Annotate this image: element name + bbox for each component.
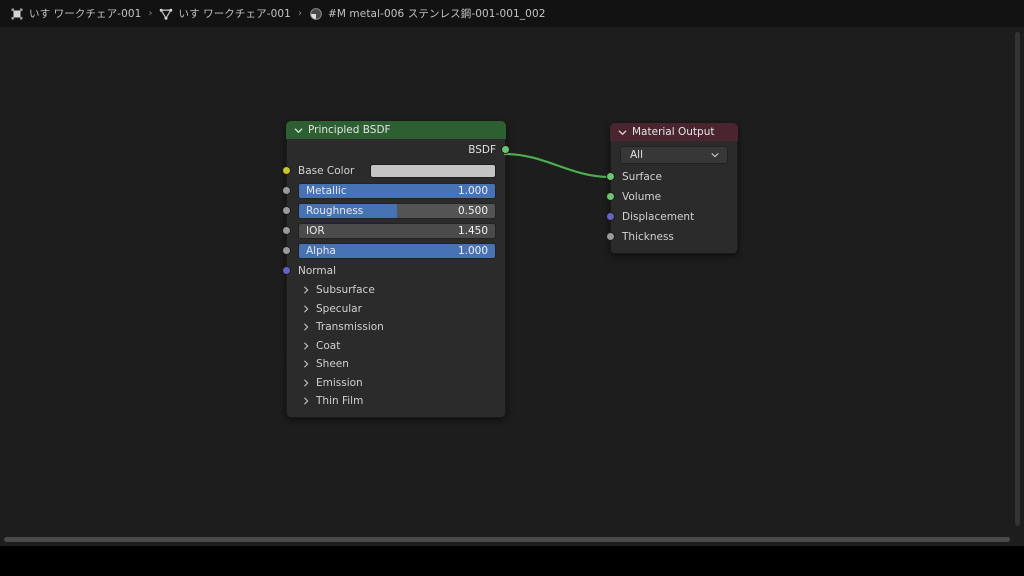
chevron-right-icon — [304, 379, 309, 387]
socket-input-thickness[interactable] — [606, 232, 615, 241]
panel-subsurface[interactable]: Subsurface — [287, 281, 505, 300]
socket-input-alpha[interactable] — [282, 246, 291, 255]
node-body-principled-bsdf: BSDF Base Color Metallic 1.000 Roughness… — [282, 139, 510, 418]
socket-input-volume[interactable] — [606, 192, 615, 201]
breadcrumb-item-mesh-data[interactable]: いす ワークチェア-001 — [159, 0, 291, 27]
output-row-bsdf: BSDF — [287, 139, 510, 160]
panel-label-transmission: Transmission — [316, 321, 384, 334]
blender-shader-editor: Principled BSDF BSDF Base Color Metallic… — [0, 0, 1024, 576]
bottom-letterbox — [0, 546, 1024, 576]
input-row-roughness[interactable]: Roughness 0.500 — [282, 201, 505, 221]
breadcrumb-label-object: いす ワークチェア-001 — [29, 8, 142, 20]
breadcrumb-item-material[interactable]: #M metal-006 ステンレス鋼-001-001_002 — [309, 0, 546, 27]
breadcrumb-separator: › — [297, 7, 302, 19]
input-row-ior[interactable]: IOR 1.450 — [282, 221, 505, 241]
node-title-material-output: Material Output — [632, 126, 715, 138]
breadcrumb-separator: › — [148, 7, 153, 19]
base-color-swatch[interactable] — [370, 163, 496, 178]
input-label-base-color: Base Color — [298, 164, 355, 177]
target-dropdown-wrap: All — [611, 141, 737, 167]
input-row-metallic[interactable]: Metallic 1.000 — [282, 181, 505, 201]
socket-input-displacement[interactable] — [606, 212, 615, 221]
panel-thin-film[interactable]: Thin Film — [287, 392, 505, 411]
breadcrumb: いす ワークチェア-001 › いす ワークチェア-001 › #M metal… — [0, 0, 1024, 27]
socket-input-surface[interactable] — [606, 172, 615, 181]
socket-input-metallic[interactable] — [282, 186, 291, 195]
object-icon — [10, 7, 24, 21]
node-editor-canvas[interactable]: Principled BSDF BSDF Base Color Metallic… — [0, 0, 1024, 546]
horizontal-scrollbar[interactable] — [4, 537, 1010, 542]
material-icon — [309, 7, 323, 21]
slider-value-ior: 1.450 — [457, 225, 488, 237]
slider-value-roughness: 0.500 — [457, 205, 488, 217]
chevron-down-icon[interactable] — [293, 125, 304, 136]
breadcrumb-label-material: #M metal-006 ステンレス鋼-001-001_002 — [327, 8, 546, 20]
chevron-right-icon — [304, 360, 309, 368]
node-body-material-output: All Surface Volume Displacement Thicknes… — [606, 141, 738, 254]
input-row-thickness[interactable]: Thickness — [606, 227, 737, 247]
target-dropdown-value: All — [630, 149, 644, 161]
input-row-displacement[interactable]: Displacement — [606, 207, 737, 227]
input-row-volume[interactable]: Volume — [606, 187, 737, 207]
slider-value-metallic: 1.000 — [457, 185, 488, 197]
breadcrumb-label-mesh-data: いす ワークチェア-001 — [178, 8, 291, 20]
node-title-principled-bsdf: Principled BSDF — [308, 124, 391, 136]
slider-metallic[interactable]: Metallic 1.000 — [298, 183, 496, 199]
chevron-right-icon — [304, 342, 309, 350]
panel-label-sheen: Sheen — [316, 358, 349, 371]
socket-input-ior[interactable] — [282, 226, 291, 235]
input-row-surface[interactable]: Surface — [606, 167, 737, 187]
socket-input-normal[interactable] — [282, 266, 291, 275]
slider-ior[interactable]: IOR 1.450 — [298, 223, 496, 239]
panel-label-coat: Coat — [316, 339, 341, 352]
chevron-right-icon — [304, 397, 309, 405]
slider-value-alpha: 1.000 — [457, 245, 488, 257]
panel-emission[interactable]: Emission — [287, 374, 505, 393]
socket-output-bsdf[interactable] — [501, 145, 510, 154]
chevron-right-icon — [304, 286, 309, 294]
output-label-bsdf: BSDF — [468, 143, 496, 156]
panel-label-specular: Specular — [316, 302, 362, 315]
panel-specular[interactable]: Specular — [287, 300, 505, 319]
input-row-alpha[interactable]: Alpha 1.000 — [282, 241, 505, 261]
node-header-principled-bsdf[interactable]: Principled BSDF — [286, 121, 506, 139]
panel-label-subsurface: Subsurface — [316, 284, 375, 297]
panel-coat[interactable]: Coat — [287, 337, 505, 356]
input-label-thickness: Thickness — [622, 231, 674, 243]
node-principled-bsdf[interactable]: Principled BSDF BSDF Base Color Metallic… — [282, 121, 510, 418]
panel-sheen[interactable]: Sheen — [287, 355, 505, 374]
slider-label-ior: IOR — [306, 225, 325, 237]
breadcrumb-item-object[interactable]: いす ワークチェア-001 — [10, 0, 141, 27]
panel-label-emission: Emission — [316, 376, 363, 389]
input-label-displacement: Displacement — [622, 211, 695, 223]
socket-input-base-color[interactable] — [282, 166, 291, 175]
slider-label-metallic: Metallic — [306, 185, 347, 197]
slider-label-roughness: Roughness — [306, 205, 364, 217]
mesh-data-icon — [159, 7, 173, 21]
chevron-right-icon — [304, 323, 309, 331]
panel-label-thin-film: Thin Film — [316, 395, 364, 408]
node-link-noodle — [503, 152, 612, 179]
chevron-down-icon — [711, 153, 719, 158]
slider-label-alpha: Alpha — [306, 245, 336, 257]
slider-roughness[interactable]: Roughness 0.500 — [298, 203, 496, 219]
socket-input-roughness[interactable] — [282, 206, 291, 215]
slider-alpha[interactable]: Alpha 1.000 — [298, 243, 496, 259]
vertical-scrollbar[interactable] — [1015, 32, 1020, 526]
chevron-down-icon[interactable] — [617, 127, 628, 138]
panel-transmission[interactable]: Transmission — [287, 318, 505, 337]
node-header-material-output[interactable]: Material Output — [610, 123, 738, 141]
input-label-normal: Normal — [298, 265, 336, 277]
input-row-base-color[interactable]: Base Color — [282, 160, 505, 181]
node-material-output[interactable]: Material Output All Surface Volume Displ… — [606, 123, 738, 254]
target-dropdown[interactable]: All — [620, 146, 728, 164]
input-row-normal[interactable]: Normal — [282, 261, 505, 281]
input-label-surface: Surface — [622, 171, 663, 183]
input-label-volume: Volume — [622, 191, 662, 203]
chevron-right-icon — [304, 305, 309, 313]
